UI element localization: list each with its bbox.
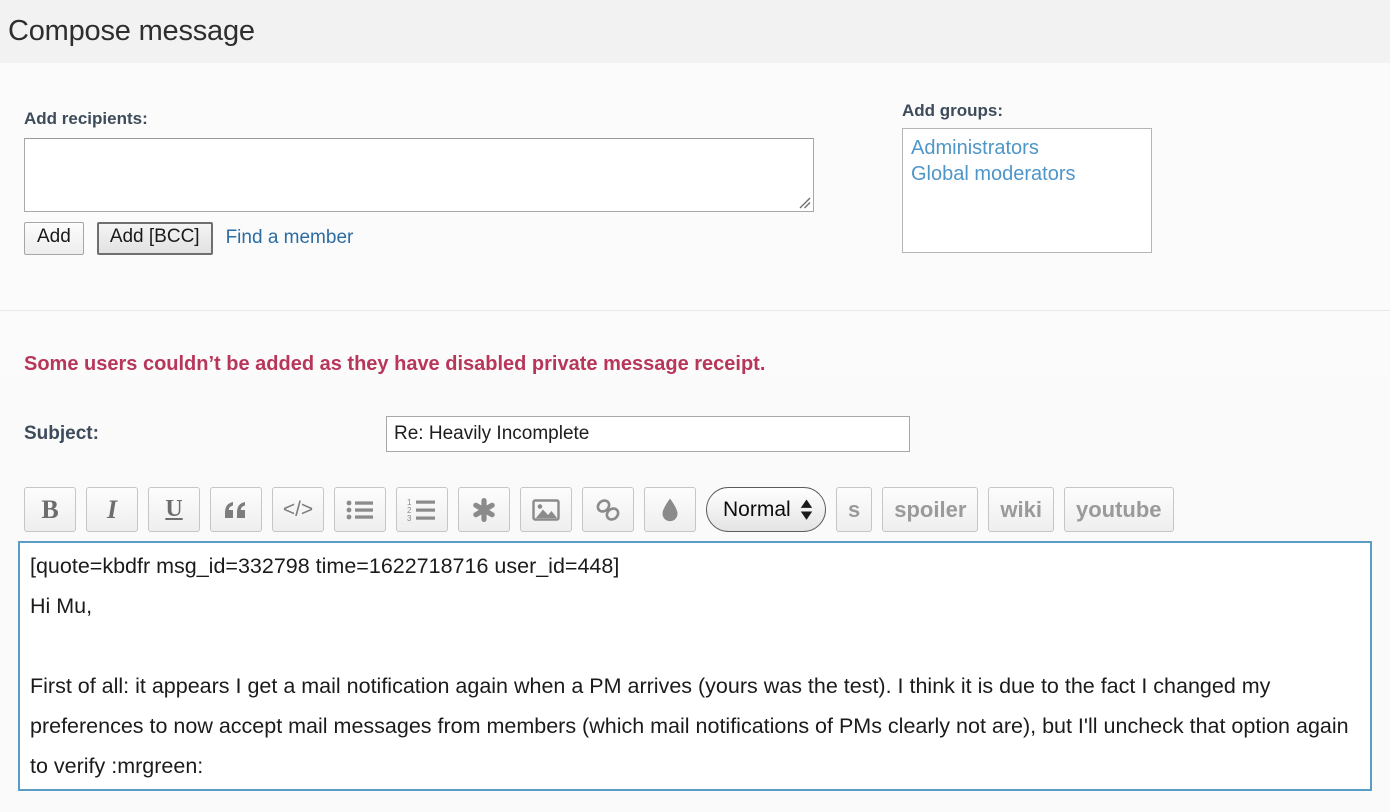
code-button[interactable]: </> — [272, 487, 324, 532]
editor-wrapper: [quote=kbdfr msg_id=332798 time=16227187… — [0, 541, 1390, 796]
group-option-administrators[interactable]: Administrators — [911, 135, 1151, 161]
resize-grip-icon — [799, 197, 811, 209]
quote-icon — [225, 501, 245, 518]
underline-button[interactable]: U — [148, 487, 200, 532]
wiki-button[interactable]: wiki — [988, 487, 1054, 532]
italic-button[interactable]: I — [86, 487, 138, 532]
add-recipients-label: Add recipients: — [24, 109, 148, 128]
bold-button[interactable]: B — [24, 487, 76, 532]
asterisk-button[interactable] — [458, 487, 510, 532]
add-groups-listbox[interactable]: Administrators Global moderators — [902, 128, 1152, 253]
unordered-list-button[interactable] — [334, 487, 386, 532]
editor-toolbar: B I U </> 1 2 3 Normal s spoiler wiki yo… — [0, 487, 1390, 532]
group-option-global-moderators[interactable]: Global moderators — [911, 161, 1151, 187]
code-icon: </> — [282, 497, 314, 521]
message-body-textarea[interactable]: [quote=kbdfr msg_id=332798 time=16227187… — [18, 541, 1372, 791]
page-header: Compose message — [0, 0, 1390, 63]
youtube-button[interactable]: youtube — [1063, 487, 1174, 532]
recipients-panel: Add recipients: Add Add [BCC] Find a mem… — [0, 63, 1390, 311]
quote-button[interactable] — [210, 487, 262, 532]
add-bcc-button[interactable]: Add [BCC] — [96, 222, 213, 255]
link-button[interactable] — [582, 487, 634, 532]
bold-icon: B — [41, 494, 59, 524]
subject-label: Subject: — [24, 423, 99, 444]
spoiler-button[interactable]: spoiler — [882, 487, 979, 532]
add-groups-label: Add groups: — [902, 101, 1004, 120]
droplet-icon — [662, 498, 678, 521]
ordered-list-button[interactable]: 1 2 3 — [396, 487, 448, 532]
groups-column: Add groups: Administrators Global modera… — [874, 63, 1152, 255]
page-title: Compose message — [8, 15, 255, 47]
droplet-button[interactable] — [644, 487, 696, 532]
underline-icon: U — [165, 496, 183, 522]
unordered-list-icon — [346, 500, 373, 519]
recipient-actions: Add Add [BCC] Find a member — [24, 222, 874, 255]
subject-input[interactable] — [386, 416, 910, 452]
add-recipients-input[interactable] — [24, 138, 814, 212]
find-a-member-link[interactable]: Find a member — [226, 227, 354, 249]
error-band: Some users couldn’t be added as they hav… — [0, 311, 1390, 376]
recipients-column: Add recipients: Add Add [BCC] Find a mem… — [24, 63, 874, 255]
subject-row: Subject: — [0, 416, 1390, 452]
link-icon — [596, 498, 620, 521]
image-icon — [532, 498, 560, 521]
strikethrough-button[interactable]: s — [836, 487, 873, 532]
format-select-wrapper[interactable]: Normal — [706, 487, 826, 532]
asterisk-icon — [473, 497, 495, 522]
error-message: Some users couldn’t be added as they hav… — [24, 353, 766, 375]
ordered-list-icon: 1 2 3 — [407, 498, 435, 521]
text-format-select[interactable]: Normal — [706, 487, 826, 532]
image-button[interactable] — [520, 487, 572, 532]
svg-text:3: 3 — [407, 514, 412, 521]
add-button[interactable]: Add — [24, 222, 84, 255]
italic-icon: I — [106, 494, 118, 524]
